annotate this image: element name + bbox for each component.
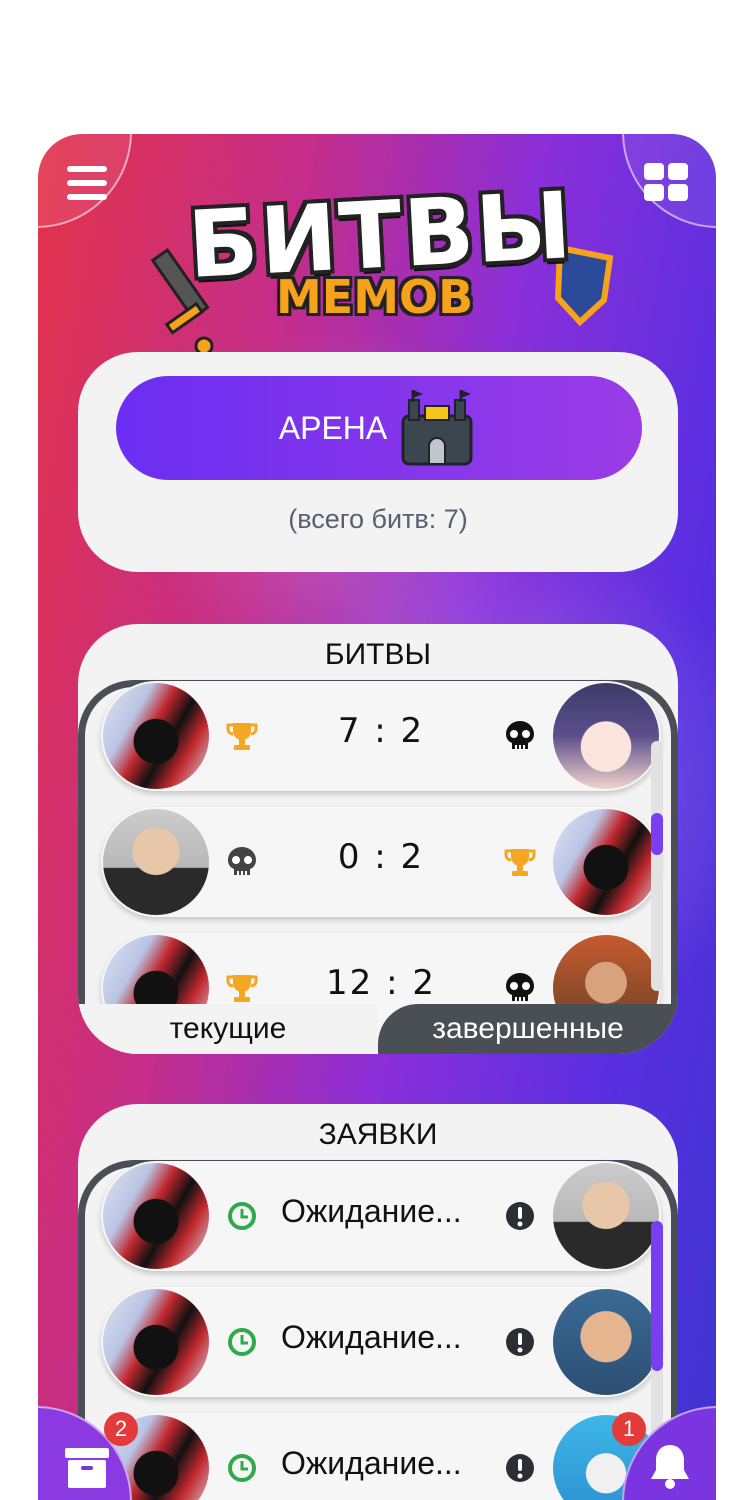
tab-finished[interactable]: завершенные	[378, 1004, 678, 1054]
clock-icon	[228, 1454, 256, 1482]
request-row[interactable]: Ожидание...	[101, 1413, 661, 1500]
request-row[interactable]: Ожидание...	[101, 1287, 661, 1397]
arena-button-label: АРЕНА	[278, 409, 388, 446]
requests-list[interactable]: Ожидание... Ожидание... Ожидание...	[78, 1160, 678, 1500]
avatar	[103, 809, 209, 915]
archive-badge: 2	[104, 1412, 138, 1446]
arena-button[interactable]: АРЕНА	[116, 376, 642, 480]
notifications-badge: 1	[612, 1412, 646, 1446]
battle-tabs: текущие завершенные	[78, 1004, 678, 1054]
battle-row[interactable]: 7 : 2	[101, 681, 661, 791]
battle-score: 0 : 2	[337, 837, 425, 877]
app-frame: БИТВЫ МЕМОВ АРЕНА (всего битв: 7) БИТВЫ	[38, 134, 716, 1500]
trophy-icon	[226, 723, 258, 750]
clock-icon	[228, 1202, 256, 1230]
trophy-icon	[504, 849, 536, 876]
battles-list[interactable]: 7 : 2 0 : 2 12 : 2	[78, 680, 678, 1043]
battle-row[interactable]: 0 : 2	[101, 807, 661, 917]
request-status: Ожидание...	[281, 1319, 462, 1355]
tab-current[interactable]: текущие	[78, 1004, 378, 1054]
alert-icon	[506, 1328, 534, 1356]
skull-icon	[506, 973, 534, 1001]
castle-icon	[401, 390, 473, 466]
clock-icon	[228, 1328, 256, 1356]
battles-card: БИТВЫ 7 : 2 0 : 2 12 : 2 текущие заверше…	[78, 624, 678, 1054]
skull-icon	[506, 721, 534, 749]
menu-icon[interactable]	[66, 164, 108, 202]
logo-subtitle: МЕМОВ	[276, 270, 474, 324]
request-status: Ожидание...	[281, 1193, 462, 1229]
avatar	[103, 683, 209, 789]
request-status: Ожидание...	[281, 1445, 462, 1481]
trophy-icon	[226, 975, 258, 1002]
scroll-thumb[interactable]	[651, 1221, 663, 1371]
bell-icon[interactable]	[648, 1442, 692, 1490]
avatar	[553, 809, 659, 915]
avatar	[553, 683, 659, 789]
battles-title: БИТВЫ	[324, 638, 432, 671]
avatar	[553, 1163, 659, 1269]
scroll-thumb[interactable]	[651, 813, 663, 855]
skull-icon	[228, 847, 256, 875]
avatar	[103, 1163, 209, 1269]
avatar	[553, 1289, 659, 1395]
arena-card: АРЕНА (всего битв: 7)	[78, 352, 678, 572]
archive-icon[interactable]	[64, 1446, 110, 1490]
battles-scrollbar[interactable]	[651, 741, 663, 991]
app-logo: БИТВЫ МЕМОВ	[150, 172, 618, 356]
avatar	[103, 1289, 209, 1395]
battle-score: 12 : 2	[326, 963, 436, 1003]
total-battles-label: (всего битв: 7)	[288, 504, 468, 534]
alert-icon	[506, 1454, 534, 1482]
grid-icon[interactable]	[644, 162, 688, 202]
requests-card: ЗАЯВКИ Ожидание... Ожидание... Ожидание.…	[78, 1104, 678, 1500]
requests-title: ЗАЯВКИ	[318, 1118, 438, 1151]
alert-icon	[506, 1202, 534, 1230]
battle-score: 7 : 2	[337, 711, 425, 751]
request-row[interactable]: Ожидание...	[101, 1161, 661, 1271]
